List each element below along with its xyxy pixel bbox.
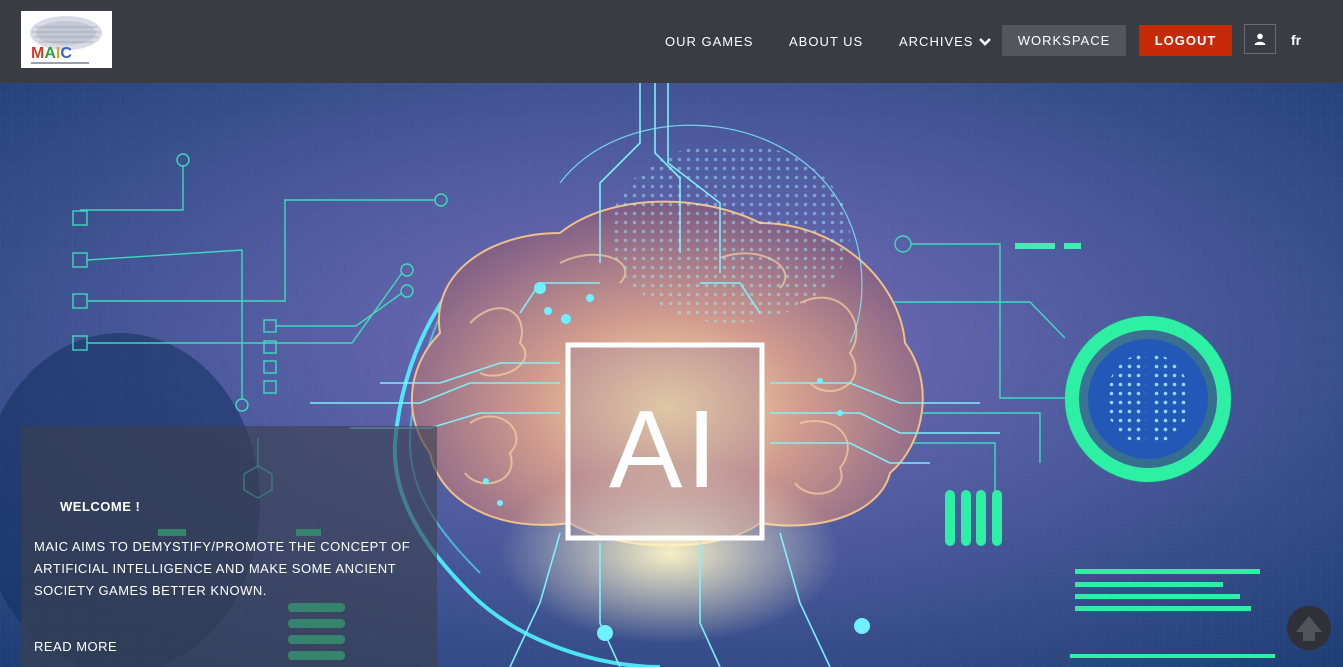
welcome-card: WELCOME ! MAIC AIMS TO DEMYSTIFY/PROMOTE…: [21, 426, 437, 667]
user-account-button[interactable]: [1244, 24, 1276, 54]
nav-archives-label: ARCHIVES: [899, 34, 974, 49]
read-more-link[interactable]: READ MORE: [34, 639, 117, 654]
ai-badge-text: AI: [609, 388, 721, 511]
hero-banner: AI WELCOME ! MAIC AIMS TO DEMYSTIFY/PROM…: [0, 83, 1343, 667]
arrow-up-icon: [1296, 616, 1322, 641]
welcome-description: MAIC AIMS TO DEMYSTIFY/PROMOTE THE CONCE…: [34, 539, 411, 598]
chevron-down-icon: [979, 38, 991, 46]
nav-our-games[interactable]: OUR GAMES: [665, 33, 753, 51]
language-switch[interactable]: fr: [1291, 32, 1301, 48]
scroll-to-top-button[interactable]: [1287, 606, 1331, 650]
user-icon: [1254, 33, 1266, 45]
nav-archives[interactable]: ARCHIVES: [899, 33, 991, 51]
nav-about-us[interactable]: ABOUT US: [789, 33, 863, 51]
site-header: MAIC OUR GAMES ABOUT US ARCHIVES WORKSPA…: [0, 0, 1343, 83]
main-nav: OUR GAMES ABOUT US ARCHIVES WORKSPACE LO…: [0, 0, 1343, 83]
workspace-button[interactable]: WORKSPACE: [1002, 25, 1126, 56]
welcome-title: WELCOME !: [60, 499, 141, 514]
logout-button[interactable]: LOGOUT: [1139, 25, 1232, 56]
